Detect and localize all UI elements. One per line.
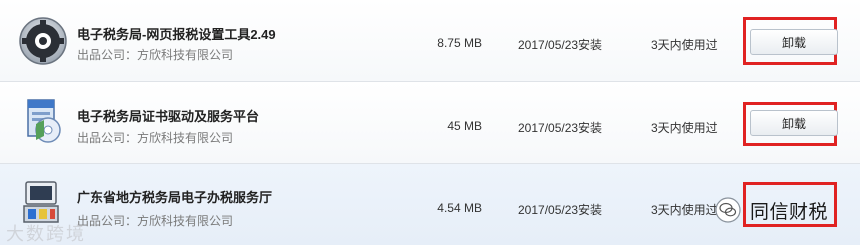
installer-computer-icon [23, 181, 59, 223]
program-install-date: 2017/05/23安装 [518, 121, 603, 135]
program-publisher: 出品公司：方欣科技有限公司 [77, 131, 234, 145]
program-name: 电子税务局证书驱动及服务平台 [77, 109, 260, 124]
installer-box-icon [27, 99, 61, 143]
program-size: 45 MB [447, 119, 482, 133]
program-name: 电子税务局-网页报税设置工具2.49 [77, 27, 276, 42]
program-row[interactable]: 广东省地方税务局电子办税服务厅 出品公司：方欣科技有限公司 4.54 MB 20… [0, 164, 860, 245]
program-size: 4.54 MB [437, 201, 482, 215]
program-list: 电子税务局-网页报税设置工具2.49 出品公司：方欣科技有限公司 8.75 MB… [0, 0, 860, 245]
uninstall-button[interactable]: 卸载 [750, 110, 838, 136]
highlight-box [743, 182, 837, 227]
program-usage: 3天内使用过 [651, 38, 718, 52]
program-row[interactable]: 电子税务局-网页报税设置工具2.49 出品公司：方欣科技有限公司 8.75 MB… [0, 0, 860, 82]
wechat-logo-icon [715, 197, 741, 223]
program-size: 8.75 MB [437, 36, 482, 50]
program-usage: 3天内使用过 [651, 203, 718, 217]
program-usage: 3天内使用过 [651, 121, 718, 135]
uninstall-button[interactable]: 卸载 [750, 29, 838, 55]
program-install-date: 2017/05/23安装 [518, 203, 603, 217]
corner-watermark-text: 大数跨境 [6, 224, 86, 244]
program-publisher: 出品公司：方欣科技有限公司 [77, 48, 234, 62]
program-publisher: 出品公司：方欣科技有限公司 [77, 214, 234, 228]
program-name: 广东省地方税务局电子办税服务厅 [77, 190, 273, 205]
program-row[interactable]: 电子税务局证书驱动及服务平台 出品公司：方欣科技有限公司 45 MB 2017/… [0, 82, 860, 164]
program-install-date: 2017/05/23安装 [518, 38, 603, 52]
gear-icon [19, 17, 67, 65]
